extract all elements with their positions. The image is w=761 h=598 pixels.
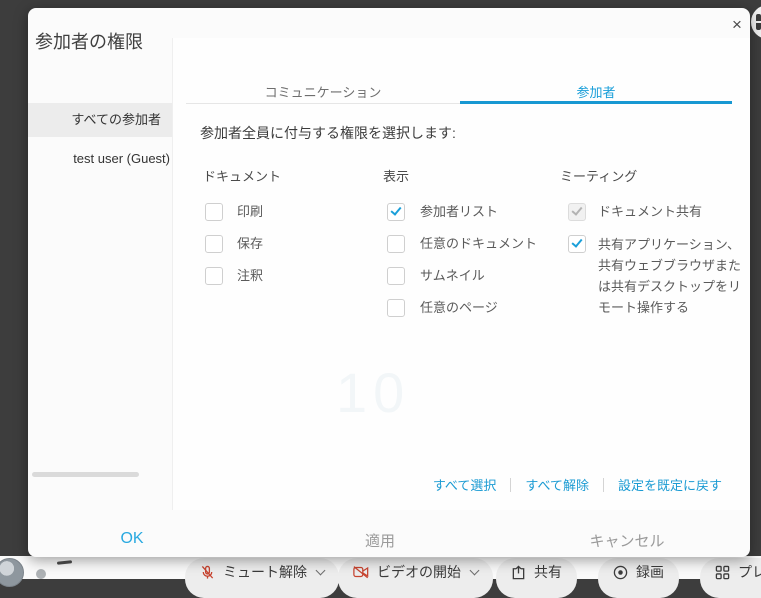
tab-participants[interactable]: 参加者	[460, 82, 732, 103]
meeting-controls-bar: ミュート解除 ビデオの開始 共有 録画 プレ	[0, 556, 761, 579]
side-panel-toggle-partial[interactable]	[751, 5, 761, 39]
option-label-thumbnail[interactable]: サムネイル	[420, 267, 485, 285]
checkbox-document-share	[568, 203, 586, 221]
unmute-button[interactable]: ミュート解除	[185, 558, 339, 598]
chevron-down-icon[interactable]	[470, 566, 480, 576]
link-reset-defaults[interactable]: 設定を既定に戻す	[618, 475, 722, 494]
option-label-any-page[interactable]: 任意のページ	[420, 299, 498, 317]
checkbox-any-page[interactable]	[387, 299, 405, 317]
cancel-button[interactable]: キャンセル	[572, 530, 682, 551]
checkbox-thumbnail[interactable]	[387, 267, 405, 285]
page-title: 参加者の権限	[35, 28, 143, 54]
chevron-down-icon[interactable]	[316, 566, 326, 576]
sidebar-scrollbar[interactable]	[32, 472, 139, 477]
checkbox-participant-list[interactable]	[387, 203, 405, 221]
option-label-annotate[interactable]: 注釈	[237, 267, 263, 285]
share-label: 共有	[534, 564, 562, 580]
check-icon	[390, 204, 401, 216]
tab-communication[interactable]: コミュニケーション	[186, 82, 460, 103]
avatar[interactable]	[0, 558, 24, 587]
start-video-button[interactable]: ビデオの開始	[338, 558, 493, 598]
check-icon	[571, 204, 582, 216]
check-icon	[571, 236, 582, 248]
checkbox-annotate[interactable]	[205, 267, 223, 285]
record-icon	[613, 565, 628, 580]
link-deselect-all[interactable]: すべて解除	[525, 475, 589, 494]
option-label-any-document[interactable]: 任意のドキュメント	[420, 235, 537, 253]
option-label-remote-control-share[interactable]: 共有アプリケーション、共有ウェブブラウザまたは共有デスクトップをリモート操作する	[598, 234, 743, 318]
option-label-document-share: ドキュメント共有	[598, 203, 702, 221]
watermark-text: 10	[336, 360, 410, 425]
divider	[510, 478, 511, 492]
divider	[603, 478, 604, 492]
apply-button[interactable]: 適用	[325, 530, 435, 551]
column-header-document: ドキュメント	[203, 166, 281, 185]
ok-button[interactable]: OK	[77, 530, 187, 548]
start-video-label: ビデオの開始	[377, 564, 461, 580]
tab-active-indicator	[460, 101, 732, 104]
checkbox-remote-control-share[interactable]	[568, 235, 586, 253]
option-label-save[interactable]: 保存	[237, 235, 263, 253]
sidebar-item-all-participants[interactable]: すべての参加者	[28, 103, 172, 137]
layout-label: プレ	[738, 564, 761, 580]
record-label: 録画	[636, 564, 664, 580]
panel-icon	[756, 14, 761, 30]
layout-button[interactable]: プレ	[700, 558, 761, 598]
video-off-icon	[353, 565, 369, 579]
layout-grid-icon	[715, 565, 730, 580]
sidebar-item-test-user[interactable]: test user (Guest)	[28, 145, 172, 173]
link-select-all[interactable]: すべて選択	[433, 475, 497, 494]
unmute-label: ミュート解除	[223, 564, 307, 580]
checkbox-print[interactable]	[205, 203, 223, 221]
instruction-text: 参加者全員に付与する権限を選択します:	[200, 123, 456, 143]
mic-off-icon	[200, 565, 215, 580]
checkbox-any-document[interactable]	[387, 235, 405, 253]
option-label-participant-list[interactable]: 参加者リスト	[420, 203, 498, 221]
option-label-print[interactable]: 印刷	[237, 203, 263, 221]
links-row: すべて選択 すべて解除 設定を既定に戻す	[433, 475, 722, 494]
participant-privileges-dialog: 参加者の権限 × すべての参加者 test user (Guest) コミュニケ…	[28, 8, 750, 557]
share-icon	[511, 565, 526, 580]
close-icon[interactable]: ×	[724, 12, 750, 38]
checkbox-save[interactable]	[205, 235, 223, 253]
column-header-view: 表示	[383, 166, 409, 185]
avatar-status-dot	[36, 569, 46, 579]
column-header-meeting: ミーティング	[560, 166, 637, 185]
share-button[interactable]: 共有	[496, 558, 577, 598]
record-button[interactable]: 録画	[598, 558, 679, 598]
